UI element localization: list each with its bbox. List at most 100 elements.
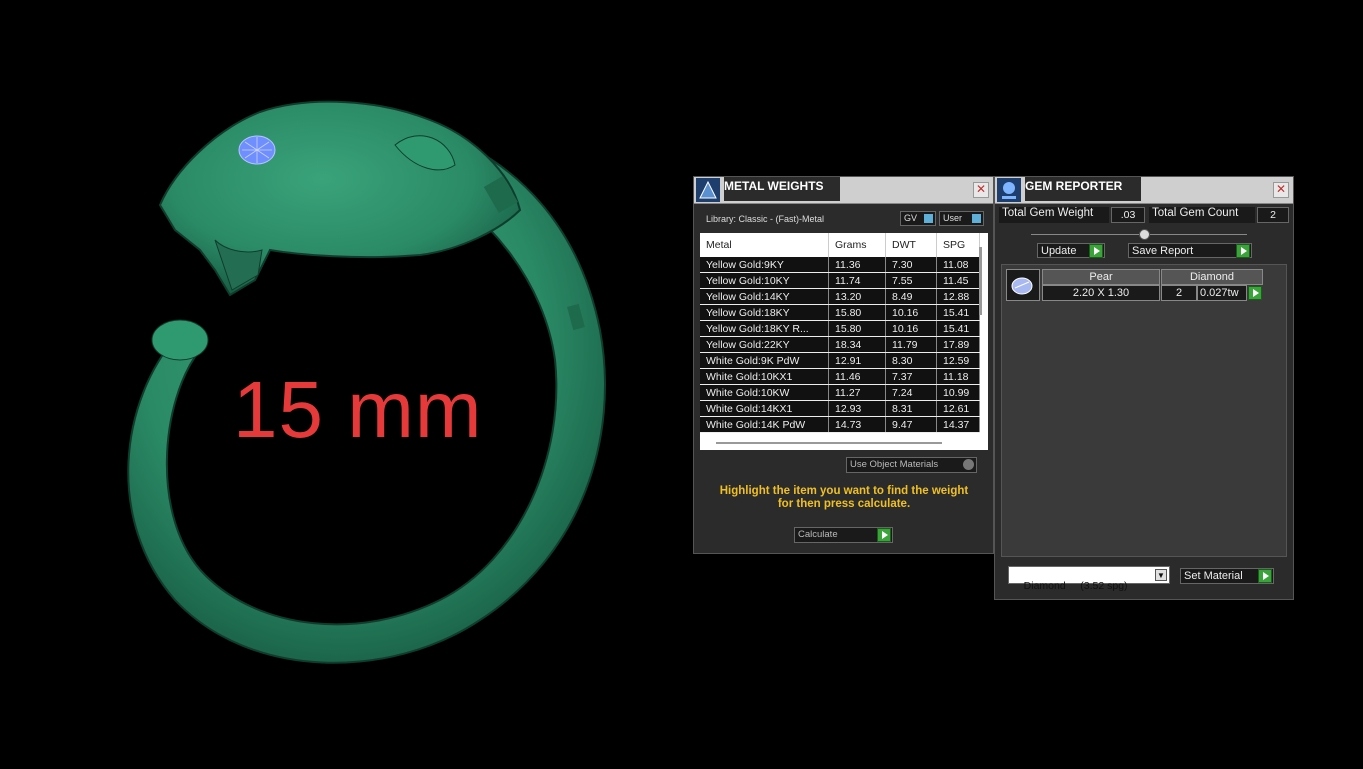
metal-name: Yellow Gold:10KY [700,272,829,289]
column-header-grams[interactable]: Grams [828,233,886,257]
total-gem-count-value: 2 [1257,207,1289,223]
instruction-text: Highlight the item you want to find the … [719,485,969,510]
horizontal-scrollbar[interactable] [716,442,942,444]
dwt-value: 9.47 [885,416,937,433]
metal-table-header: Metal Grams DWT SPG [700,233,980,257]
gem-size: 2.20 X 1.30 [1042,285,1160,301]
grams-value: 11.46 [828,368,886,385]
metal-name: White Gold:10KX1 [700,368,829,385]
spg-value: 10.99 [936,384,980,401]
spg-value: 12.61 [936,400,980,417]
gv-label: GV [904,213,918,223]
dwt-value: 7.30 [885,257,937,273]
column-header-dwt[interactable]: DWT [885,233,937,257]
spg-value: 12.88 [936,288,980,305]
grams-value: 11.74 [828,272,886,289]
total-gem-weight-value: .03 [1111,207,1145,223]
metal-name: Yellow Gold:18KY R... [700,320,829,337]
dimension-label: 15 mm [233,365,483,454]
gem-count: 2 [1161,285,1197,301]
metal-table-container[interactable]: Metal Grams DWT SPG Yellow Gold:9KY 11.36… [700,233,988,450]
gem-material: Diamond [1161,269,1263,285]
column-header-metal[interactable]: Metal [700,233,829,257]
total-gem-count-label: Total Gem Count [1149,207,1255,223]
set-material-button[interactable]: Set Material [1180,568,1274,584]
user-toggle[interactable]: User [939,211,984,226]
metal-name: Yellow Gold:14KY [700,288,829,305]
metal-weights-title-bar[interactable]: METAL WEIGHTS ✕ [694,177,993,204]
gem-shape: Pear [1042,269,1160,285]
gem-weight: 0.027tw [1197,285,1247,301]
grams-value: 18.34 [828,336,886,353]
close-icon[interactable]: ✕ [1273,182,1289,198]
dwt-value: 10.16 [885,304,937,321]
grams-value: 12.93 [828,400,886,417]
table-row[interactable]: White Gold:10KX1 11.46 7.37 11.18 [700,368,980,385]
spg-value: 12.59 [936,352,980,369]
spg-value: 11.18 [936,368,980,385]
metal-weights-title: METAL WEIGHTS [724,177,840,201]
grams-value: 15.80 [828,320,886,337]
save-report-label: Save Report [1132,245,1194,257]
grams-value: 12.91 [828,352,886,369]
gem-expand-icon[interactable] [1248,286,1262,300]
splitter-handle-icon[interactable] [1139,229,1150,240]
material-select-value: Diamond (3.52 spg) [1023,580,1128,592]
user-toggle-icon [972,214,981,223]
play-icon [1089,244,1103,258]
gv-toggle[interactable]: GV [900,211,936,226]
spg-value: 15.41 [936,304,980,321]
save-report-button[interactable]: Save Report [1128,243,1252,258]
close-icon[interactable]: ✕ [973,182,989,198]
grams-value: 14.73 [828,416,886,433]
grams-value: 11.27 [828,384,886,401]
metal-name: White Gold:14KX1 [700,400,829,417]
dwt-value: 7.24 [885,384,937,401]
gem-list: Pear Diamond 2.20 X 1.30 2 0.027tw [1001,264,1287,557]
spg-value: 11.08 [936,257,980,273]
table-row[interactable]: White Gold:14KX1 12.93 8.31 12.61 [700,400,980,417]
material-select[interactable]: Diamond (3.52 spg) ▼ [1008,566,1170,592]
table-row[interactable]: Yellow Gold:22KY 18.34 11.79 17.89 [700,336,980,353]
gem-row[interactable]: Pear Diamond 2.20 X 1.30 2 0.027tw [1006,269,1264,302]
play-icon [877,528,891,542]
user-label: User [943,213,963,223]
metal-name: Yellow Gold:18KY [700,304,829,321]
table-row[interactable]: White Gold:10KW 11.27 7.24 10.99 [700,384,980,401]
update-label: Update [1041,245,1077,257]
vertical-scrollbar[interactable] [979,247,982,315]
spg-value: 17.89 [936,336,980,353]
table-row[interactable]: Yellow Gold:9KY 11.36 7.30 11.08 [700,257,980,273]
dwt-value: 8.49 [885,288,937,305]
total-gem-weight-label: Total Gem Weight [999,207,1109,223]
grams-value: 11.36 [828,257,886,273]
calculate-label: Calculate [798,529,838,540]
dwt-value: 10.16 [885,320,937,337]
dwt-value: 7.37 [885,368,937,385]
table-row[interactable]: White Gold:9K PdW 12.91 8.30 12.59 [700,352,980,369]
gem-reporter-icon [997,178,1021,202]
table-row[interactable]: Yellow Gold:18KY R... 15.80 10.16 15.41 [700,320,980,337]
metal-weights-icon [696,178,720,202]
spg-value: 15.41 [936,320,980,337]
gem-reporter-panel: GEM REPORTER ✕ Total Gem Weight .03 Tota… [994,176,1294,600]
grams-value: 13.20 [828,288,886,305]
spg-value: 14.37 [936,416,980,433]
metal-table: Metal Grams DWT SPG Yellow Gold:9KY 11.36… [700,233,980,433]
update-button[interactable]: Update [1037,243,1105,258]
calculate-button[interactable]: Calculate [794,527,893,543]
table-row[interactable]: White Gold:14K PdW 14.73 9.47 14.37 [700,416,980,433]
column-header-spg[interactable]: SPG [936,233,980,257]
play-icon [1258,569,1272,583]
table-row[interactable]: Yellow Gold:14KY 13.20 8.49 12.88 [700,288,980,305]
ring-tail [151,319,209,361]
metal-name: White Gold:9K PdW [700,352,829,369]
set-material-label: Set Material [1184,570,1243,582]
use-object-materials-select[interactable]: Use Object Materials [846,457,977,473]
metal-name: Yellow Gold:22KY [700,336,829,353]
3d-viewport[interactable]: 15 mm [0,0,690,765]
gem-reporter-title-bar[interactable]: GEM REPORTER ✕ [995,177,1293,204]
table-row[interactable]: Yellow Gold:10KY 11.74 7.55 11.45 [700,272,980,289]
metal-weights-panel: METAL WEIGHTS ✕ Library: Classic - (Fast… [693,176,994,554]
table-row[interactable]: Yellow Gold:18KY 15.80 10.16 15.41 [700,304,980,321]
